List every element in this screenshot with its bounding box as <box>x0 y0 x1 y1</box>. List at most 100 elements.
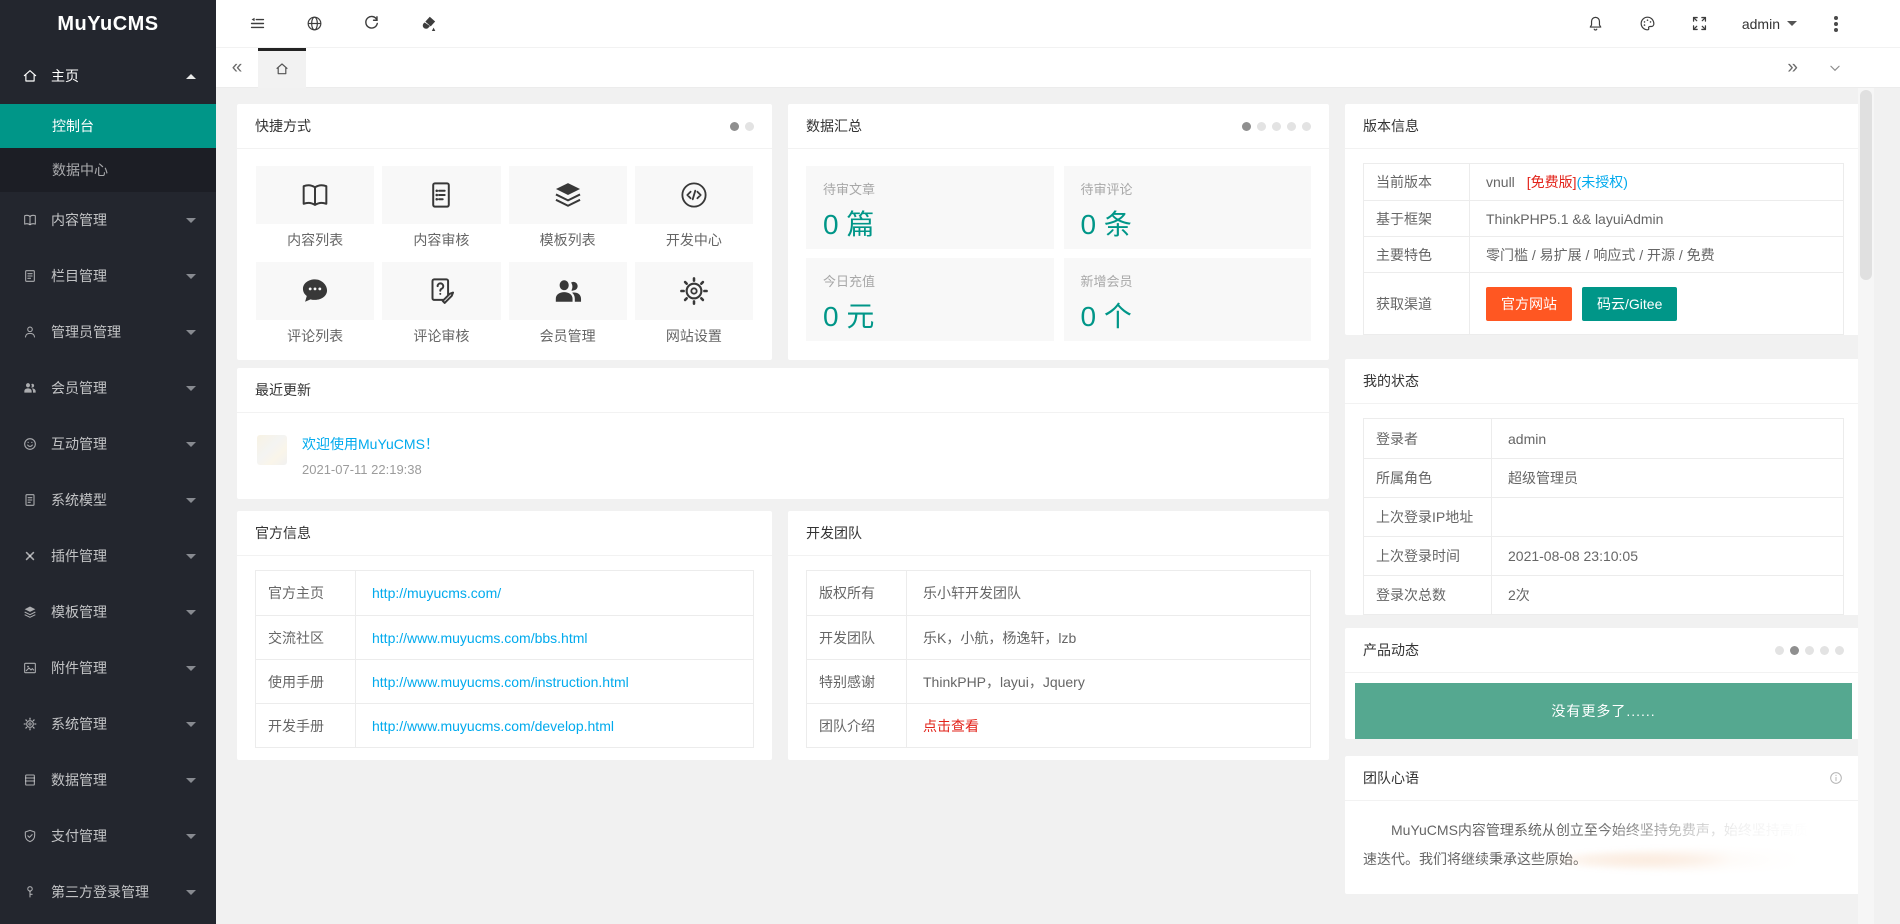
recent-update-item[interactable]: 欢迎使用MuYuCMS！ 2021-07-11 22:19:38 <box>237 413 1329 499</box>
carousel-dot[interactable] <box>1302 122 1311 131</box>
users-icon <box>551 274 585 308</box>
carousel-dot[interactable] <box>1287 122 1296 131</box>
shortcut-site-settings[interactable]: 网站设置 <box>635 262 753 345</box>
refresh-icon[interactable] <box>362 14 381 33</box>
tabs-scroll-right-icon[interactable]: » <box>1787 57 1798 79</box>
sidebar-item-attachment-mgmt[interactable]: 附件管理 <box>0 640 216 696</box>
page-scrollbar[interactable] <box>1858 88 1874 924</box>
tabs-dropdown-icon[interactable] <box>1828 61 1842 75</box>
sidebar-item-plugin-mgmt[interactable]: 插件管理 <box>0 528 216 584</box>
instruction-link[interactable]: http://www.muyucms.com/instruction.html <box>372 674 629 690</box>
stat-value: 0 条 <box>1081 203 1295 243</box>
fullscreen-icon[interactable] <box>1690 14 1709 33</box>
sidebar-item-label: 系统模型 <box>51 490 186 510</box>
carousel-dot[interactable] <box>1790 646 1799 655</box>
layers-icon <box>551 178 585 212</box>
shortcut-comment-audit[interactable]: 评论审核 <box>382 262 500 345</box>
globe-icon[interactable] <box>305 14 324 33</box>
shortcut-template-list[interactable]: 模板列表 <box>509 166 627 249</box>
bell-icon[interactable] <box>1586 14 1605 33</box>
smiley-icon <box>22 436 38 452</box>
gitee-button[interactable]: 码云/Gitee <box>1582 287 1677 321</box>
users-icon <box>22 380 38 396</box>
shortcut-member-mgmt[interactable]: 会员管理 <box>509 262 627 345</box>
table-row: 所属角色 超级管理员 <box>1364 458 1843 497</box>
my-status-card: 我的状态 登录者 admin 所属角色 超级管理员 上次登录IP地址 <box>1345 359 1862 615</box>
sidebar-item-home[interactable]: 主页 <box>0 48 216 104</box>
shortcut-dev-center[interactable]: 开发中心 <box>635 166 753 249</box>
sidebar-item-content-mgmt[interactable]: 内容管理 <box>0 192 216 248</box>
shortcuts-grid: 内容列表 内容审核 模板列表 <box>237 149 772 360</box>
card-title: 快捷方式 <box>255 116 311 136</box>
sidebar-item-label: 互动管理 <box>51 434 186 454</box>
tab-home[interactable] <box>258 48 306 88</box>
sidebar-item-data-mgmt[interactable]: 数据管理 <box>0 752 216 808</box>
tabs-scroll-left-icon[interactable]: « <box>216 48 258 88</box>
carousel-dot[interactable] <box>1272 122 1281 131</box>
no-more-banner: 没有更多了...... <box>1355 683 1852 739</box>
sidebar-item-payment-mgmt[interactable]: 支付管理 <box>0 808 216 864</box>
sidebar-item-system-mgmt[interactable]: 系统管理 <box>0 696 216 752</box>
sidebar-item-template-mgmt[interactable]: 模板管理 <box>0 584 216 640</box>
table-row: 交流社区 http://www.muyucms.com/bbs.html <box>256 615 753 659</box>
article-link[interactable]: 欢迎使用MuYuCMS！ <box>302 435 439 453</box>
official-home-link[interactable]: http://muyucms.com/ <box>372 585 501 601</box>
team-motto-card: 团队心语 MuYuCMS内容管理系统从创立至今始终坚持免费声，始终坚持高质量快速… <box>1345 756 1862 894</box>
version-info-table: 当前版本 vnull [免费版] (未授权) 基于框架 ThinkPHP5.1 … <box>1363 163 1844 335</box>
brush-icon[interactable] <box>419 14 438 33</box>
key-icon <box>22 884 38 900</box>
carousel-dot[interactable] <box>1257 122 1266 131</box>
shortcuts-card: 快捷方式 内容列表 内容审核 <box>237 104 772 360</box>
version-name: vnull <box>1486 174 1515 190</box>
sidebar-item-member-mgmt[interactable]: 会员管理 <box>0 360 216 416</box>
sidebar-item-label: 控制台 <box>52 116 94 136</box>
info-icon[interactable] <box>1828 770 1844 786</box>
sidebar-item-label: 附件管理 <box>51 658 186 678</box>
sidebar-item-system-model[interactable]: 系统模型 <box>0 472 216 528</box>
palette-icon[interactable] <box>1638 14 1657 33</box>
stat-pending-comments: 待审评论 0 条 <box>1064 166 1312 249</box>
chat-bubble-icon <box>298 274 332 308</box>
shortcut-comment-list[interactable]: 评论列表 <box>256 262 374 345</box>
sidebar-item-interaction-mgmt[interactable]: 互动管理 <box>0 416 216 472</box>
table-row: 特别感谢 ThinkPHP，layui，Jquery <box>807 659 1310 703</box>
unauthorized-tag[interactable]: (未授权) <box>1577 172 1628 192</box>
card-title: 我的状态 <box>1363 371 1419 391</box>
sidebar-item-console[interactable]: 控制台 <box>0 104 216 148</box>
shortcut-content-audit[interactable]: 内容审核 <box>382 166 500 249</box>
sidebar-item-admin-mgmt[interactable]: 管理员管理 <box>0 304 216 360</box>
database-icon <box>22 772 38 788</box>
document-check-icon <box>424 178 458 212</box>
table-row: 版权所有 乐小轩开发团队 <box>807 571 1310 615</box>
version-info-card: 版本信息 当前版本 vnull [免费版] (未授权) 基于框架 <box>1345 104 1862 335</box>
more-menu-icon[interactable] <box>1834 22 1838 26</box>
carousel-dot[interactable] <box>730 122 739 131</box>
sidebar-item-data-center[interactable]: 数据中心 <box>0 148 216 192</box>
table-row: 基于框架 ThinkPHP5.1 && layuiAdmin <box>1364 200 1843 236</box>
carousel-dot[interactable] <box>1805 646 1814 655</box>
scrollbar-thumb[interactable] <box>1860 90 1872 280</box>
table-row: 开发团队 乐K，小航，杨逸轩，lzb <box>807 615 1310 659</box>
left-columns: 快捷方式 内容列表 内容审核 <box>237 104 1329 924</box>
code-icon <box>677 178 711 212</box>
image-icon <box>22 660 38 676</box>
shortcut-content-list[interactable]: 内容列表 <box>256 166 374 249</box>
bbs-link[interactable]: http://www.muyucms.com/bbs.html <box>372 630 588 646</box>
user-menu[interactable]: admin <box>1742 16 1797 32</box>
carousel-dot[interactable] <box>1775 646 1784 655</box>
develop-link[interactable]: http://www.muyucms.com/develop.html <box>372 718 614 734</box>
sidebar-item-thirdparty-login[interactable]: 第三方登录管理 <box>0 864 216 920</box>
carousel-dot[interactable] <box>1835 646 1844 655</box>
carousel-dot[interactable] <box>1820 646 1829 655</box>
menu-fold-icon[interactable] <box>248 14 267 33</box>
team-intro-link[interactable]: 点击查看 <box>923 716 979 736</box>
sidebar-item-column-mgmt[interactable]: 栏目管理 <box>0 248 216 304</box>
carousel-dot[interactable] <box>1242 122 1251 131</box>
book-icon <box>22 212 38 228</box>
carousel-dot[interactable] <box>745 122 754 131</box>
layers-icon <box>22 604 38 620</box>
free-version-tag[interactable]: [免费版] <box>1527 172 1577 192</box>
gear-icon <box>22 716 38 732</box>
my-status-table: 登录者 admin 所属角色 超级管理员 上次登录IP地址 上次登录时间 <box>1363 418 1844 615</box>
official-site-button[interactable]: 官方网站 <box>1486 287 1572 321</box>
